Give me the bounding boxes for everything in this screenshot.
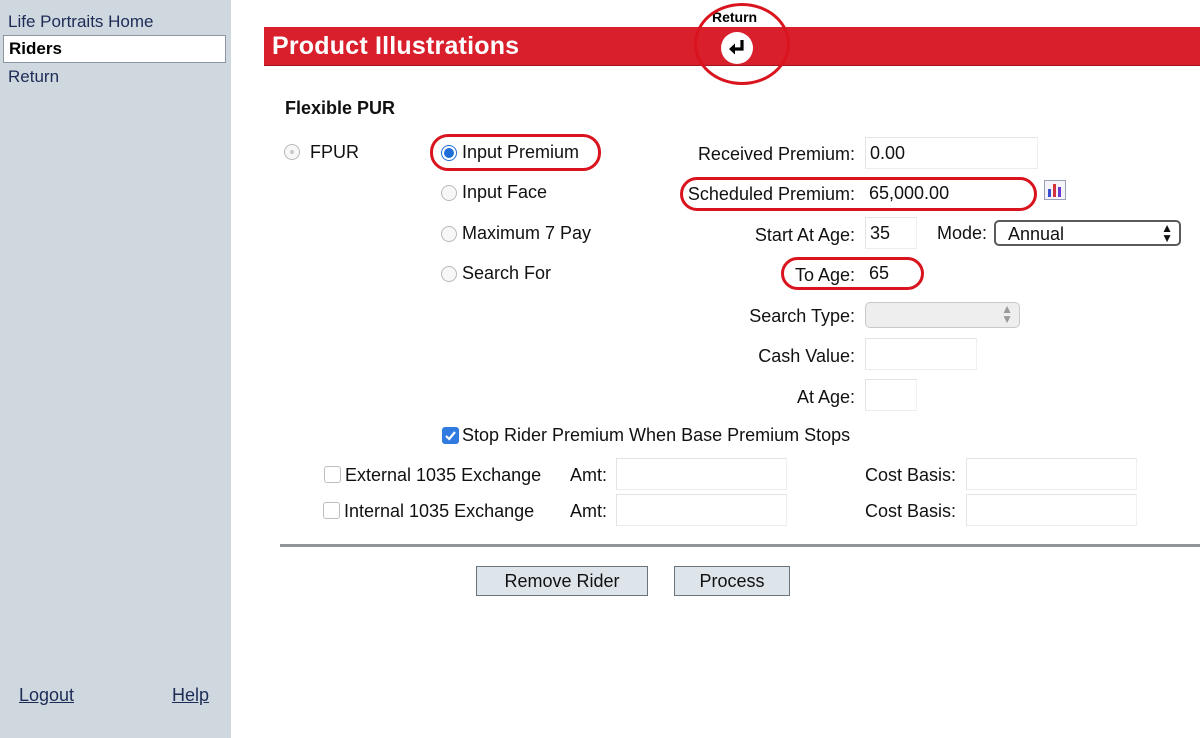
- process-button[interactable]: Process: [674, 566, 790, 596]
- search-type-label: Search Type:: [749, 306, 855, 326]
- stop-rider-premium-label: Stop Rider Premium When Base Premium Sto…: [462, 425, 851, 445]
- scheduled-premium-field[interactable]: 65,000.00: [865, 178, 1033, 210]
- input-premium-radio[interactable]: [441, 145, 457, 161]
- received-premium-label: Received Premium:: [697, 144, 855, 164]
- input-face-label: Input Face: [462, 182, 548, 202]
- input-face-radio[interactable]: [441, 185, 457, 201]
- sidebar: Life Portraits Home Riders Return Logout…: [0, 0, 231, 738]
- page-title: Product Illustrations: [272, 32, 520, 60]
- section-title: Flexible PUR: [285, 98, 396, 118]
- mode-select[interactable]: Annual ▲ ▼: [994, 220, 1181, 246]
- scheduled-premium-label: Scheduled Premium:: [687, 184, 855, 204]
- cash-value-field[interactable]: [865, 338, 977, 370]
- mode-label: Mode:: [937, 223, 988, 243]
- cash-value-label: Cash Value:: [758, 346, 855, 366]
- search-for-label: Search For: [462, 263, 552, 283]
- help-link[interactable]: Help: [172, 685, 209, 706]
- external-amt-label: Amt:: [570, 465, 608, 485]
- checkmark-icon: [445, 431, 456, 441]
- internal-cost-basis-label: Cost Basis:: [865, 501, 957, 521]
- sidebar-item-riders[interactable]: Riders: [3, 35, 226, 63]
- at-age-label: At Age:: [796, 387, 855, 407]
- external-1035-exchange-label: External 1035 Exchange: [345, 465, 542, 485]
- sidebar-item-return[interactable]: Return: [3, 64, 224, 90]
- internal-1035-exchange-label: Internal 1035 Exchange: [344, 501, 535, 521]
- select-arrows-icon: ▲ ▼: [1161, 221, 1173, 245]
- internal-amt-field[interactable]: [616, 494, 787, 526]
- to-age-field[interactable]: 65: [865, 258, 917, 290]
- external-1035-exchange-checkbox[interactable]: [324, 466, 341, 483]
- mode-select-value: Annual: [1008, 224, 1065, 244]
- select-arrows-icon: ▲ ▼: [1001, 302, 1013, 326]
- section-divider: [280, 544, 1200, 547]
- fpur-label: FPUR: [310, 142, 359, 162]
- external-cost-basis-label: Cost Basis:: [865, 465, 957, 485]
- external-cost-basis-field[interactable]: [966, 458, 1137, 490]
- search-type-select[interactable]: ▲ ▼: [865, 302, 1020, 328]
- search-for-radio[interactable]: [441, 266, 457, 282]
- external-amt-field[interactable]: [616, 458, 787, 490]
- stop-rider-premium-checkbox[interactable]: [442, 427, 459, 444]
- input-premium-label: Input Premium: [462, 142, 580, 162]
- return-highlight-circle: [694, 3, 790, 85]
- bar-chart-icon[interactable]: [1044, 180, 1066, 200]
- at-age-field[interactable]: [865, 379, 917, 411]
- received-premium-field[interactable]: 0.00: [865, 137, 1038, 169]
- start-at-age-field[interactable]: 35: [865, 217, 917, 249]
- internal-amt-label: Amt:: [570, 501, 608, 521]
- remove-rider-button[interactable]: Remove Rider: [476, 566, 648, 596]
- internal-cost-basis-field[interactable]: [966, 494, 1137, 526]
- start-at-age-label: Start At Age:: [754, 225, 855, 245]
- fpur-radio[interactable]: [284, 144, 300, 160]
- maximum-7-pay-radio[interactable]: [441, 226, 457, 242]
- internal-1035-exchange-checkbox[interactable]: [323, 502, 340, 519]
- logout-link[interactable]: Logout: [19, 685, 74, 706]
- maximum-7-pay-label: Maximum 7 Pay: [462, 223, 592, 243]
- to-age-label: To Age:: [794, 265, 855, 285]
- sidebar-item-life-portraits-home[interactable]: Life Portraits Home: [3, 9, 224, 35]
